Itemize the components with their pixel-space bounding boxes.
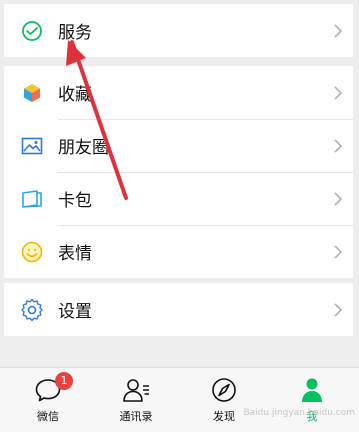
- menu-item-favorites[interactable]: 收藏: [4, 66, 353, 119]
- menu-item-card-pack-label: 卡包: [58, 191, 92, 211]
- chevron-right-icon: [334, 191, 343, 206]
- chevron-right-icon: [334, 85, 343, 100]
- favorites-icon: [24, 83, 40, 102]
- service-group: 服务: [4, 4, 353, 57]
- tab-discover[interactable]: 发现: [189, 368, 259, 432]
- tab-contacts[interactable]: 通讯录: [101, 368, 171, 432]
- main-group: 收藏 朋友圈 卡包 表情: [4, 66, 353, 278]
- watermark: Baidu jingyan.baidu.com: [243, 408, 355, 418]
- settings-group: 设置: [4, 283, 353, 336]
- menu-item-favorites-label: 收藏: [58, 85, 92, 105]
- tab-bar: 1 微信 通讯录 发现 我 Baidu jingyan.baidu.com: [0, 367, 359, 432]
- chevron-right-icon: [334, 23, 343, 38]
- service-icon: [22, 20, 42, 41]
- chevron-right-icon: [334, 244, 343, 259]
- contacts-icon: [123, 379, 149, 402]
- chevron-right-icon: [334, 138, 343, 153]
- menu-item-moments-label: 朋友圈: [58, 138, 109, 158]
- menu-item-card-pack[interactable]: 卡包: [4, 172, 353, 225]
- menu-item-settings[interactable]: 设置: [4, 283, 353, 336]
- tab-contacts-label: 通讯录: [119, 410, 153, 423]
- chevron-right-icon: [334, 302, 343, 317]
- menu-item-stickers-label: 表情: [58, 244, 92, 264]
- settings-icon: [21, 298, 43, 321]
- me-icon: [302, 378, 322, 402]
- moments-icon: [21, 137, 43, 154]
- sticker-icon: [21, 241, 43, 262]
- unread-badge: 1: [55, 372, 73, 390]
- menu-item-moments[interactable]: 朋友圈: [4, 119, 353, 172]
- tab-me[interactable]: 我: [277, 368, 347, 432]
- menu-item-service-label: 服务: [58, 23, 92, 43]
- menu-item-stickers[interactable]: 表情: [4, 225, 353, 278]
- menu-item-service[interactable]: 服务: [4, 4, 353, 57]
- tab-chats-label: 微信: [37, 410, 59, 423]
- menu-item-settings-label: 设置: [58, 302, 92, 322]
- discover-icon: [212, 378, 236, 402]
- tab-chats[interactable]: 1 微信: [13, 368, 83, 432]
- card-pack-icon: [22, 189, 42, 208]
